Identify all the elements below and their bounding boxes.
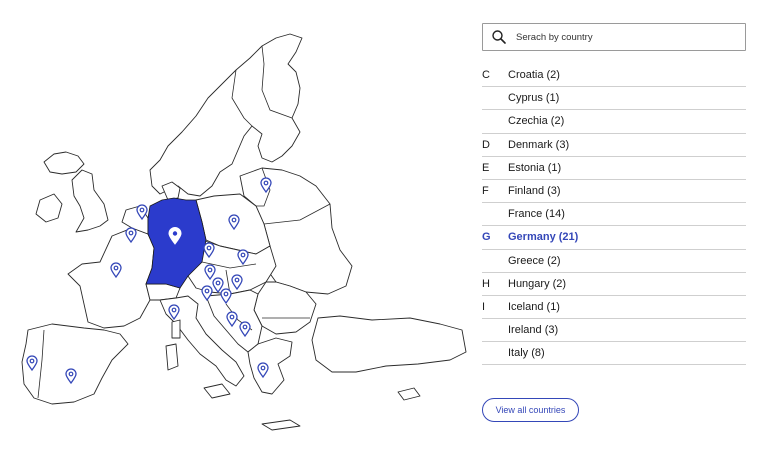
- search-icon: [492, 30, 506, 44]
- map-country-iceland[interactable]: [43, 151, 85, 175]
- country-list-item[interactable]: D Denmark (3): [482, 134, 746, 157]
- index-letter: D: [482, 138, 490, 151]
- map-country-iberia[interactable]: [21, 323, 129, 405]
- country-list-item[interactable]: France (14): [482, 203, 746, 227]
- index-letter: I: [482, 300, 486, 313]
- country-list-item[interactable]: I Iceland (1): [482, 296, 746, 320]
- map-island-crete[interactable]: [261, 419, 301, 431]
- country-name: Hungary (2): [508, 277, 567, 290]
- country-name: Germany (21): [508, 231, 579, 244]
- country-name: Czechia (2): [508, 115, 565, 128]
- index-letter: E: [482, 161, 490, 174]
- map-country-uk[interactable]: [71, 169, 109, 233]
- country-list-item[interactable]: Italy (8): [482, 342, 746, 366]
- country-name: Estonia (1): [508, 161, 562, 174]
- country-list-item[interactable]: Ireland (3): [482, 319, 746, 343]
- country-name: Ireland (3): [508, 324, 559, 337]
- country-name: France (14): [508, 208, 565, 221]
- search-box[interactable]: [482, 23, 746, 51]
- country-list-item-selected[interactable]: G Germany (21): [482, 226, 746, 250]
- country-name: Denmark (3): [508, 138, 570, 151]
- map-country-turkey[interactable]: [311, 315, 467, 373]
- country-name: Cyprus (1): [508, 92, 560, 105]
- country-list-item[interactable]: E Estonia (1): [482, 157, 746, 180]
- country-name: Croatia (2): [508, 69, 560, 82]
- map-country-cyprus[interactable]: [397, 387, 421, 401]
- country-name: Italy (8): [508, 347, 545, 360]
- index-letter: F: [482, 185, 489, 198]
- country-panel: C Croatia (2) Cyprus (1) Czechia (2) D D…: [482, 23, 746, 366]
- map-country-ireland[interactable]: [35, 193, 63, 223]
- map-island-sicily[interactable]: [203, 383, 231, 399]
- search-input[interactable]: [516, 26, 736, 48]
- country-list-item[interactable]: F Finland (3): [482, 180, 746, 204]
- europe-map[interactable]: [0, 0, 470, 469]
- country-list-item[interactable]: Czechia (2): [482, 110, 746, 134]
- index-letter: G: [482, 231, 491, 244]
- view-all-countries-button[interactable]: View all countries: [482, 398, 579, 422]
- country-name: Finland (3): [508, 185, 561, 198]
- index-letter: C: [482, 69, 490, 82]
- country-list-item[interactable]: C Croatia (2): [482, 64, 746, 88]
- map-country-france[interactable]: [67, 227, 155, 329]
- index-letter: H: [482, 277, 490, 290]
- country-name: Greece (2): [508, 254, 561, 267]
- country-list-item[interactable]: H Hungary (2): [482, 273, 746, 296]
- country-name: Iceland (1): [508, 300, 560, 313]
- country-list: C Croatia (2) Cyprus (1) Czechia (2) D D…: [482, 64, 746, 366]
- country-list-item[interactable]: Cyprus (1): [482, 87, 746, 111]
- map-country-greece[interactable]: [247, 337, 293, 395]
- country-list-item[interactable]: Greece (2): [482, 250, 746, 273]
- map-island-sardinia[interactable]: [165, 343, 179, 371]
- map-island-corsica[interactable]: [171, 319, 181, 339]
